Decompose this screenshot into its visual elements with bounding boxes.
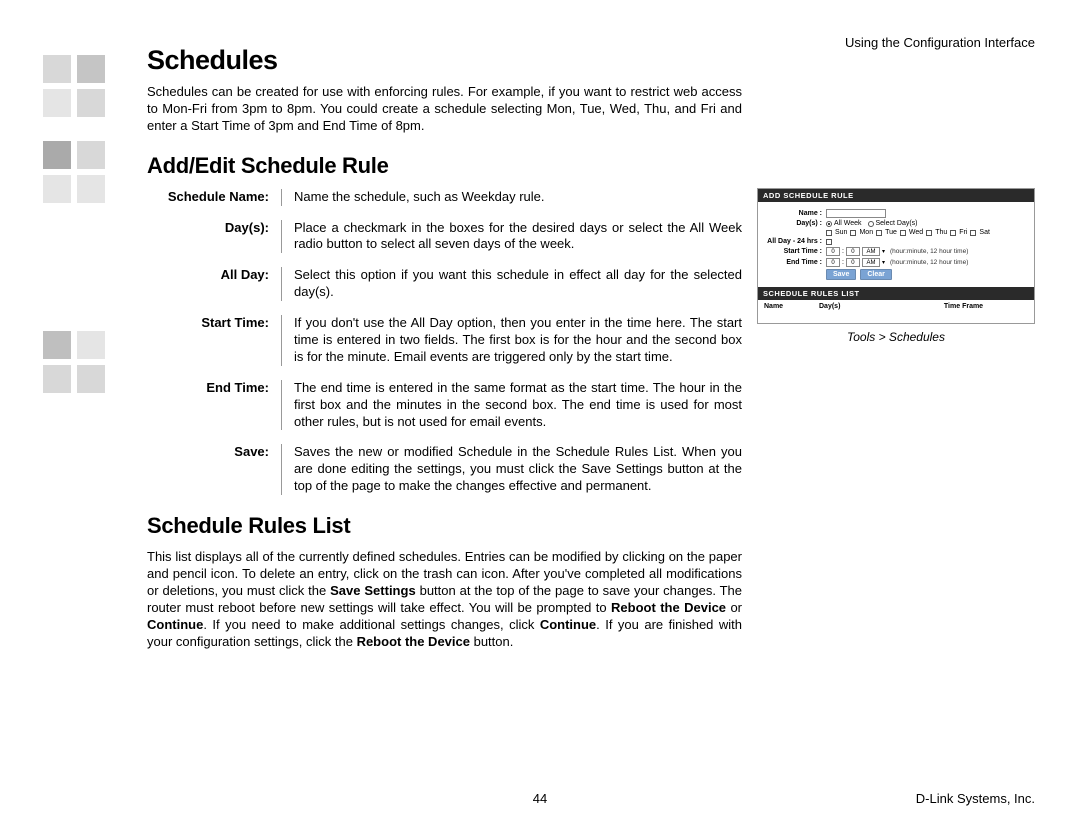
def-desc: If you don't use the All Day option, the… — [282, 315, 742, 366]
check-sat[interactable] — [970, 230, 976, 236]
def-label: Save: — [147, 444, 282, 495]
page-title: Schedules — [147, 45, 742, 76]
days-label: Day(s) : — [764, 220, 826, 227]
def-desc: The end time is entered in the same form… — [282, 380, 742, 431]
def-desc: Place a checkmark in the boxes for the d… — [282, 220, 742, 254]
start-hour-input[interactable]: 0 — [826, 247, 840, 256]
col-days: Day(s) — [819, 303, 899, 310]
time-hint: (hour:minute, 12 hour time) — [890, 248, 968, 255]
page-number: 44 — [533, 791, 547, 806]
def-label: Day(s): — [147, 220, 282, 254]
screenshot-caption: Tools > Schedules — [757, 330, 1035, 344]
def-desc: Name the schedule, such as Weekday rule. — [282, 189, 742, 206]
allday-label: All Day - 24 hrs : — [764, 238, 826, 245]
rules-paragraph: This list displays all of the currently … — [147, 549, 742, 650]
check-sun[interactable] — [826, 230, 832, 236]
save-button[interactable]: Save — [826, 269, 856, 280]
name-input[interactable] — [826, 209, 886, 218]
start-time-label: Start Time : — [764, 248, 826, 255]
all-week-text: All Week — [834, 220, 862, 227]
section-rules-list-heading: Schedule Rules List — [147, 513, 742, 539]
definition-table: Schedule Name: Name the schedule, such a… — [147, 189, 742, 495]
def-label: All Day: — [147, 267, 282, 301]
col-time: Time Frame — [899, 303, 1028, 310]
intro-paragraph: Schedules can be created for use with en… — [147, 84, 742, 135]
panel-add-header: ADD SCHEDULE RULE — [758, 189, 1034, 202]
header-section-label: Using the Configuration Interface — [845, 35, 1035, 50]
section-add-edit-heading: Add/Edit Schedule Rule — [147, 153, 742, 179]
end-ampm[interactable]: AM — [862, 258, 880, 267]
check-thu[interactable] — [926, 230, 932, 236]
start-min-input[interactable]: 0 — [846, 247, 860, 256]
check-fri[interactable] — [950, 230, 956, 236]
select-days-text: Select Day(s) — [876, 220, 918, 227]
name-label: Name : — [764, 210, 826, 217]
def-label: Start Time: — [147, 315, 282, 366]
clear-button[interactable]: Clear — [860, 269, 892, 280]
check-allday[interactable] — [826, 239, 832, 245]
check-wed[interactable] — [900, 230, 906, 236]
check-mon[interactable] — [850, 230, 856, 236]
screenshot-panel: ADD SCHEDULE RULE Name : Day(s) : All We… — [757, 188, 1035, 344]
def-label: End Time: — [147, 380, 282, 431]
time-hint: (hour:minute, 12 hour time) — [890, 259, 968, 266]
radio-all-week[interactable] — [826, 221, 832, 227]
decorative-squares — [40, 52, 130, 396]
end-hour-input[interactable]: 0 — [826, 258, 840, 267]
panel-list-header: SCHEDULE RULES LIST — [758, 287, 1034, 300]
main-content: Schedules Schedules can be created for u… — [147, 45, 742, 650]
footer-company: D-Link Systems, Inc. — [916, 791, 1035, 806]
check-tue[interactable] — [876, 230, 882, 236]
end-min-input[interactable]: 0 — [846, 258, 860, 267]
def-label: Schedule Name: — [147, 189, 282, 206]
list-columns: Name Day(s) Time Frame — [758, 300, 1034, 313]
radio-select-days[interactable] — [868, 221, 874, 227]
col-name: Name — [764, 303, 819, 310]
end-time-label: End Time : — [764, 259, 826, 266]
def-desc: Saves the new or modified Schedule in th… — [282, 444, 742, 495]
start-ampm[interactable]: AM — [862, 247, 880, 256]
def-desc: Select this option if you want this sche… — [282, 267, 742, 301]
